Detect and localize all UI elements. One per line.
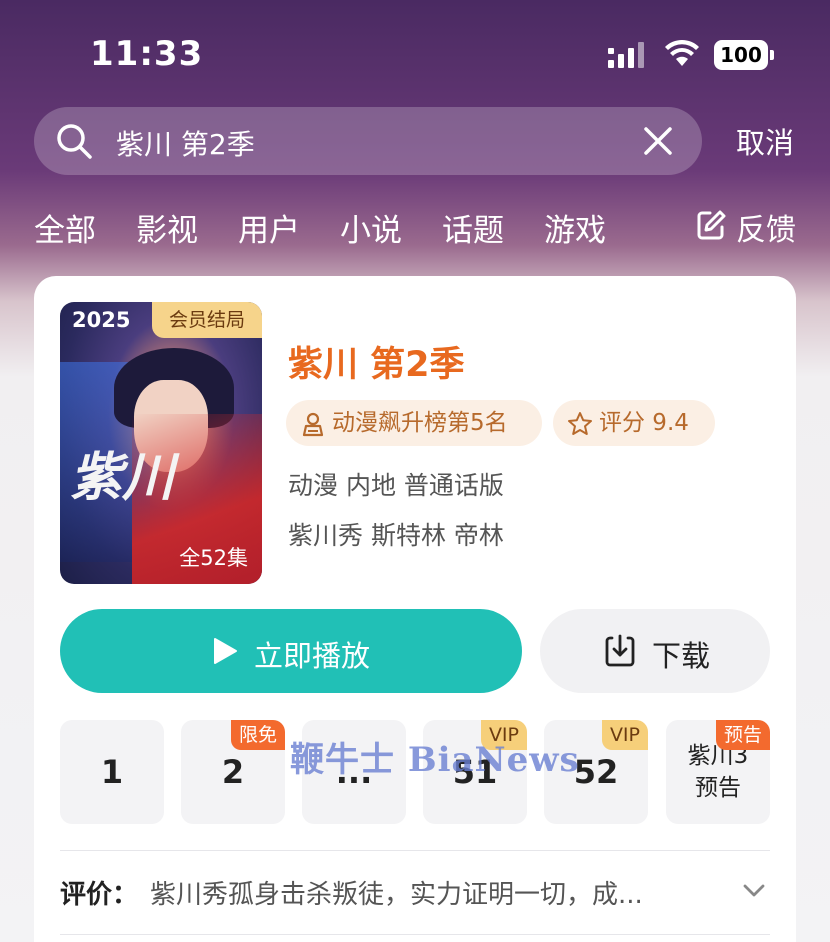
- result-card: 紫川 2025 会员结局 全52集 紫川 第2季 动漫飙升榜第5名 评分 9.4…: [34, 276, 796, 942]
- tab-video[interactable]: 影视: [136, 205, 198, 250]
- signal-icon: [608, 42, 644, 68]
- divider: [60, 850, 770, 851]
- episode-tile-1[interactable]: 1: [60, 720, 164, 824]
- download-button[interactable]: 下载: [540, 609, 770, 693]
- wifi-icon: [665, 39, 699, 66]
- search-icon: [57, 124, 92, 159]
- battery-level: 100: [714, 40, 768, 70]
- show-title[interactable]: 紫川 第2季: [288, 336, 465, 387]
- review-label: 评价：: [60, 880, 139, 910]
- episode-label: 1: [100, 753, 124, 791]
- tab-topics[interactable]: 话题: [442, 205, 504, 250]
- star-icon: [568, 412, 592, 435]
- status-bar: 11:33 100: [0, 0, 830, 100]
- play-now-button[interactable]: 立即播放: [60, 609, 522, 693]
- download-label: 下载: [652, 639, 711, 673]
- episode-tile-preview[interactable]: 紫川3 预告 预告: [666, 720, 770, 824]
- tab-games[interactable]: 游戏: [544, 205, 606, 250]
- tab-all[interactable]: 全部: [34, 205, 96, 250]
- genre-region-meta: 动漫 内地 普通话版: [288, 471, 504, 500]
- trophy-icon: [302, 412, 324, 437]
- chevron-down-icon[interactable]: [742, 882, 766, 900]
- poster-calligraphy: 紫川: [70, 447, 175, 508]
- review-row[interactable]: 评价： 紫川秀孤身击杀叛徒，实力证明一切，成...: [60, 872, 770, 916]
- vip-badge: VIP: [601, 720, 648, 750]
- search-input[interactable]: 紫川 第2季: [116, 123, 255, 163]
- review-text: 紫川秀孤身击杀叛徒，实力证明一切，成...: [150, 880, 643, 910]
- preview-label-line2: 预告: [695, 775, 741, 801]
- divider: [60, 934, 770, 935]
- poster-year: 2025: [72, 308, 131, 332]
- poster-image[interactable]: 紫川 2025 会员结局 全52集: [60, 302, 262, 584]
- episode-count: 全52集: [179, 546, 248, 570]
- rank-tag[interactable]: 动漫飙升榜第5名: [286, 400, 542, 446]
- feedback-label: 反馈: [736, 213, 796, 248]
- download-icon: [605, 634, 635, 667]
- score-tag[interactable]: 评分 9.4: [553, 400, 715, 446]
- clear-icon[interactable]: [642, 125, 674, 157]
- tab-users[interactable]: 用户: [238, 205, 300, 250]
- cancel-button[interactable]: 取消: [736, 120, 794, 162]
- search-bar[interactable]: 紫川 第2季: [34, 107, 702, 175]
- status-time: 11:33: [90, 34, 204, 74]
- rank-tag-label: 动漫飙升榜第5名: [332, 410, 508, 436]
- score-tag-label: 评分 9.4: [599, 410, 689, 436]
- episode-tile-2[interactable]: 2 限免: [181, 720, 285, 824]
- play-now-label: 立即播放: [254, 639, 371, 673]
- free-badge: 限免: [230, 720, 285, 750]
- battery-icon: 100: [714, 40, 774, 72]
- tab-novels[interactable]: 小说: [340, 205, 402, 250]
- battery-cap: [770, 50, 774, 60]
- play-icon: [214, 638, 237, 664]
- watermark: 鞭牛士 BiaNews: [290, 740, 580, 780]
- preview-badge: 预告: [715, 720, 770, 750]
- edit-icon: [697, 210, 726, 240]
- cast-meta: 紫川秀 斯特林 帝林: [288, 521, 504, 550]
- member-badge: 会员结局: [152, 302, 262, 338]
